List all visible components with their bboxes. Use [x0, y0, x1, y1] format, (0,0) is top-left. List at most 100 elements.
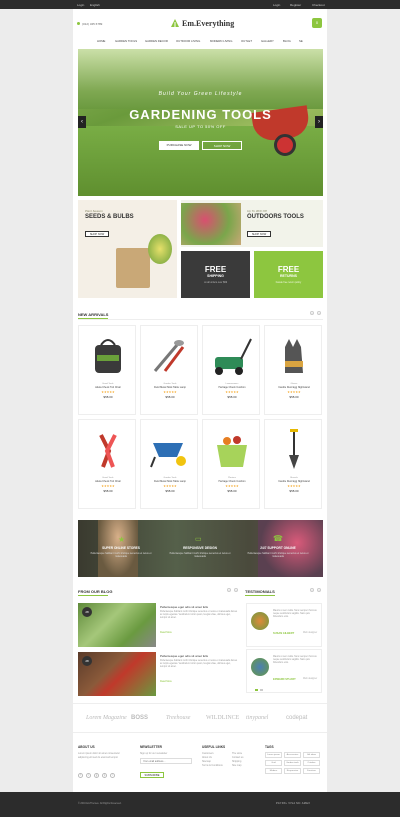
blog-post[interactable]: 28 Pellentesque eget odio sit amet felis…	[78, 603, 240, 647]
product-name[interactable]: Adela Check Tub Chair	[79, 386, 137, 389]
avatar	[251, 612, 269, 630]
testimonial-pager[interactable]	[260, 689, 263, 691]
nav-more[interactable]: SE	[299, 39, 303, 43]
nav-gallery[interactable]: GALLERY	[261, 39, 274, 43]
testimonials-next-icon[interactable]: ›	[317, 588, 321, 592]
tag-item[interactable]: Lorem ipsum	[265, 752, 282, 758]
language-dropdown[interactable]: English	[90, 3, 100, 7]
tag-item[interactable]: Outdoor	[303, 760, 320, 766]
hero-next-arrow[interactable]: ›	[315, 116, 323, 128]
tag-item[interactable]: Modern	[265, 768, 282, 774]
hero-prev-arrow[interactable]: ‹	[78, 116, 86, 128]
product-rating: ★★★★★	[225, 390, 239, 394]
product-name[interactable]: Candle Dust Egg Nightstand	[265, 386, 323, 389]
spade-icon	[289, 429, 299, 469]
brand-logo[interactable]: Treehouse	[166, 715, 190, 721]
product-rating: ★★★★★	[163, 390, 177, 394]
product-category: Hand Tools	[102, 383, 114, 385]
register-link[interactable]: Register	[290, 3, 301, 7]
footer-link[interactable]: Site map	[232, 764, 241, 768]
footer-newsletter-title: NEWSLETTER	[140, 745, 162, 749]
service-stores: SUPER ONLINE STORES Pellentesque habitan…	[86, 546, 156, 558]
header: (012) 345 6789 Em.Everything 0 HOME GARD…	[73, 9, 327, 50]
product-name[interactable]: Heritage Check Cushion	[203, 480, 261, 483]
facebook-icon[interactable]: f	[78, 773, 83, 778]
product-card[interactable]: Lawnmowers Heritage Check Cushion ★★★★★ $58…	[202, 325, 260, 415]
blog-post-title[interactable]: Pellentesque eget odio sit amet felis	[160, 654, 208, 658]
tag-item[interactable]: Furniture	[303, 768, 320, 774]
tag-item[interactable]: Accessories	[284, 752, 301, 758]
product-card[interactable]: Gloves Candle Dust Egg Nightstand ★★★★★ $58…	[264, 325, 322, 415]
wheelbarrow-icon	[150, 443, 186, 468]
tag-item[interactable]: Garden tools	[284, 760, 301, 766]
checkout-link[interactable]: Checkout	[312, 3, 325, 7]
testimonial-text: Mauris ut sem nulla. Nunc semper rhoncus…	[273, 610, 317, 619]
product-card[interactable]: Shovels Candle Dust Egg Nightstand ★★★★★ $5…	[264, 419, 322, 509]
arrivals-next-icon[interactable]: ›	[317, 311, 321, 315]
testimonial-pager[interactable]	[255, 689, 258, 691]
product-price: $58.00	[227, 395, 237, 399]
tag-item[interactable]: Responsive	[284, 768, 301, 774]
brand-logo[interactable]: codepat	[286, 715, 307, 721]
product-card[interactable]: Hand Tools Adela Check Tub Chair ★★★★★ $58.…	[78, 325, 136, 415]
shop-now-button[interactable]: SHOP NOW	[202, 141, 242, 150]
cart-button[interactable]: 0	[312, 18, 322, 28]
pinterest-icon[interactable]: p	[102, 773, 107, 778]
blog-read-more[interactable]: Read More	[160, 631, 172, 634]
nav-garden-tools[interactable]: GARDEN TOOLS	[115, 39, 137, 43]
nav-blog[interactable]: BLOG	[283, 39, 291, 43]
product-card[interactable]: Hand Tools Adela Check Tub Chair ★★★★★ $58.…	[78, 419, 136, 509]
nav-garden-decor[interactable]: GARDEN DECOR	[145, 39, 168, 43]
service-title: SUPER ONLINE STORES	[102, 546, 140, 550]
nav-home[interactable]: HOME	[97, 39, 105, 43]
product-name[interactable]: Adela Check Tub Chair	[79, 480, 137, 483]
product-card[interactable]: Garden Tools Field Metal Stick Table Lamp…	[140, 325, 198, 415]
services-banner: ★ ▭ ☎ SUPER ONLINE STORES Pellentesque h…	[78, 520, 323, 577]
product-name[interactable]: Field Metal Stick Table Lamp	[141, 386, 199, 389]
instagram-icon[interactable]: i	[110, 773, 115, 778]
login-dropdown[interactable]: Login	[77, 3, 84, 7]
cart-count: 0	[315, 20, 319, 25]
tag-item[interactable]: Gift ideas	[303, 752, 320, 758]
blog-prev-icon[interactable]: ‹	[227, 588, 231, 592]
free-returns-note: hassle free return policy	[275, 281, 302, 284]
banner-seeds-small: Plant Season	[85, 209, 103, 213]
google-plus-icon[interactable]: g	[94, 773, 99, 778]
banner-seeds[interactable]: Plant Season SEEDS & BULBS SHOP NOW	[78, 200, 177, 298]
subscribe-button[interactable]: SUBSCRIBE	[140, 772, 164, 778]
nav-outdoor-living[interactable]: OUTDOOR LIVING	[176, 39, 200, 43]
product-name[interactable]: Candle Dust Egg Nightstand	[265, 480, 323, 483]
blog-next-icon[interactable]: ›	[234, 588, 238, 592]
newsletter-email-input[interactable]	[140, 758, 192, 764]
brand-logo[interactable]: Lorem Magazine	[86, 715, 127, 721]
brand-logo[interactable]: tinypanel	[246, 715, 268, 721]
banner-outdoors-button[interactable]: SHOP NOW	[247, 231, 271, 237]
tag-item[interactable]: Grid	[265, 760, 282, 766]
banner-outdoors[interactable]: Up To 30% Off OUTDOORS TOOLS SHOP NOW	[181, 200, 323, 247]
footer-link[interactable]: Terms & Conditions	[202, 764, 223, 768]
free-returns-banner: FREE RETURNS hassle free return policy	[254, 251, 323, 298]
testimonials-prev-icon[interactable]: ‹	[310, 588, 314, 592]
nav-outlet[interactable]: OUTLET	[241, 39, 252, 43]
login-link[interactable]: Login	[273, 3, 280, 7]
testimonials-title: TESTIMONIALS	[245, 589, 275, 594]
site-logo[interactable]: Em.Everything	[182, 19, 234, 28]
banner-seeds-button[interactable]: SHOP NOW	[85, 231, 109, 237]
brand-logo[interactable]: BOSS	[131, 715, 148, 721]
twitter-icon[interactable]: t	[86, 773, 91, 778]
product-name[interactable]: Field Metal Stick Table Lamp	[141, 480, 199, 483]
product-card[interactable]: Garden Tools Field Metal Stick Table Lamp…	[140, 419, 198, 509]
brand-logo[interactable]: WILDLINCE	[206, 715, 239, 721]
product-card[interactable]: Planters Heritage Check Cushion ★★★★★ $58.0…	[202, 419, 260, 509]
nav-modern-living[interactable]: MODERN LIVING	[210, 39, 232, 43]
arrivals-prev-icon[interactable]: ‹	[310, 311, 314, 315]
bottom-bar: © 2016 EmThemes. All Rights Reserved. PA…	[0, 792, 400, 817]
blog-post-title[interactable]: Pellentesque eget odio sit amet felis	[160, 605, 208, 609]
blog-post[interactable]: 28 Pellentesque eget odio sit amet felis…	[78, 652, 240, 696]
testimonial-name: EDWARD STUART	[273, 678, 296, 681]
product-name[interactable]: Heritage Check Cushion	[203, 386, 261, 389]
hand-tools-icon	[153, 340, 185, 372]
purchase-now-button[interactable]: PURCHASE NOW	[159, 141, 199, 150]
blog-date: 28	[82, 656, 92, 666]
blog-read-more[interactable]: Read More	[160, 680, 172, 683]
